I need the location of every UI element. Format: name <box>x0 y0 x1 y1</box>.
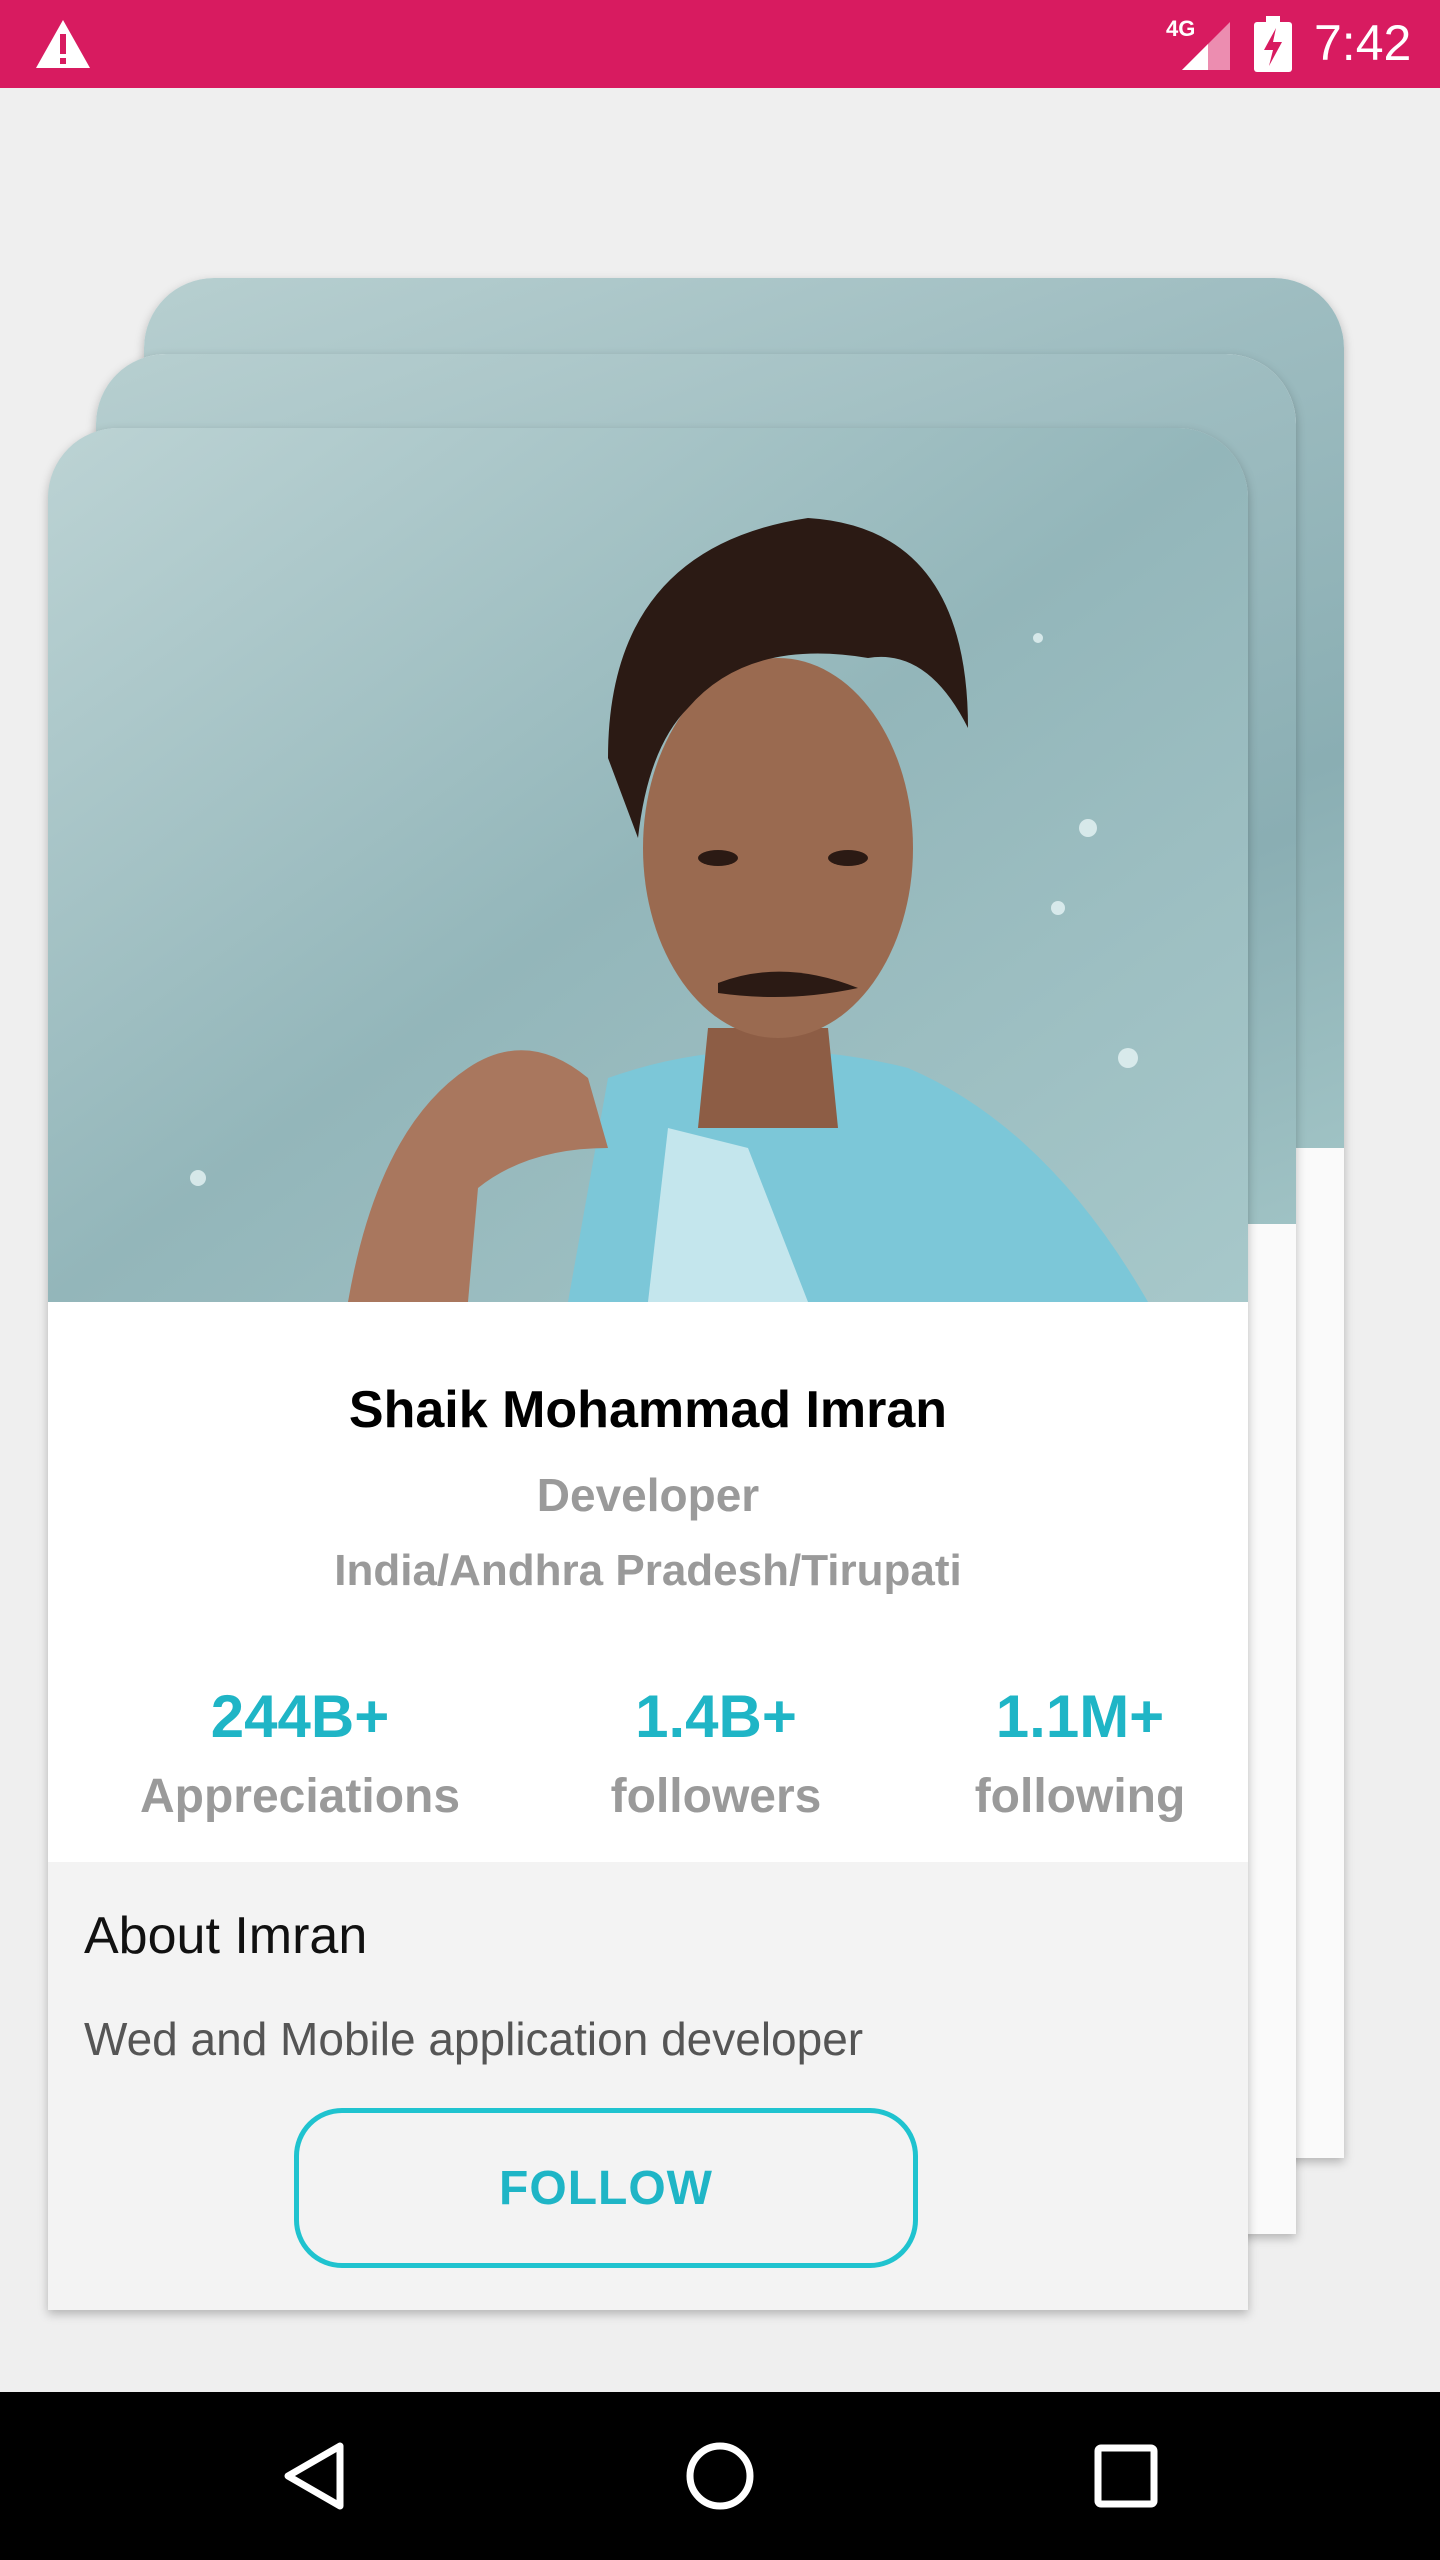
about-text: Wed and Mobile application developer <box>84 2013 864 2065</box>
home-icon[interactable] <box>680 2436 760 2516</box>
about-title: About Imran <box>84 1907 368 1965</box>
stat-value: 1.4B+ <box>635 1683 797 1750</box>
profile-card[interactable]: Shaik Mohammad Imran Developer India/And… <box>48 428 1248 2310</box>
status-bar: 4G 7:42 <box>0 0 1440 88</box>
signal-icon <box>1182 22 1230 70</box>
recents-icon[interactable] <box>1086 2436 1166 2516</box>
stat-following[interactable]: 1.1M+ following <box>900 1682 1248 1824</box>
stat-value: 244B+ <box>210 1683 390 1750</box>
navigation-bar <box>0 2392 1440 2560</box>
stat-label: following <box>974 1770 1186 1823</box>
profile-name: Shaik Mohammad Imran <box>348 1381 948 1439</box>
stat-appreciations[interactable]: 244B+ Appreciations <box>120 1682 480 1824</box>
clock: 7:42 <box>1314 15 1412 71</box>
back-icon[interactable] <box>276 2436 356 2516</box>
warning-icon <box>36 20 90 68</box>
stat-followers[interactable]: 1.4B+ followers <box>536 1682 896 1824</box>
profile-photo <box>48 428 1248 1302</box>
stat-value: 1.1M+ <box>995 1683 1165 1750</box>
battery-charging-icon <box>1254 16 1292 72</box>
profile-role: Developer <box>536 1469 760 1521</box>
profile-location: India/Andhra Pradesh/Tirupati <box>334 1546 962 1595</box>
stat-label: Appreciations <box>139 1770 461 1823</box>
follow-button[interactable]: FOLLOW <box>294 2108 918 2268</box>
stat-label: followers <box>610 1770 822 1823</box>
